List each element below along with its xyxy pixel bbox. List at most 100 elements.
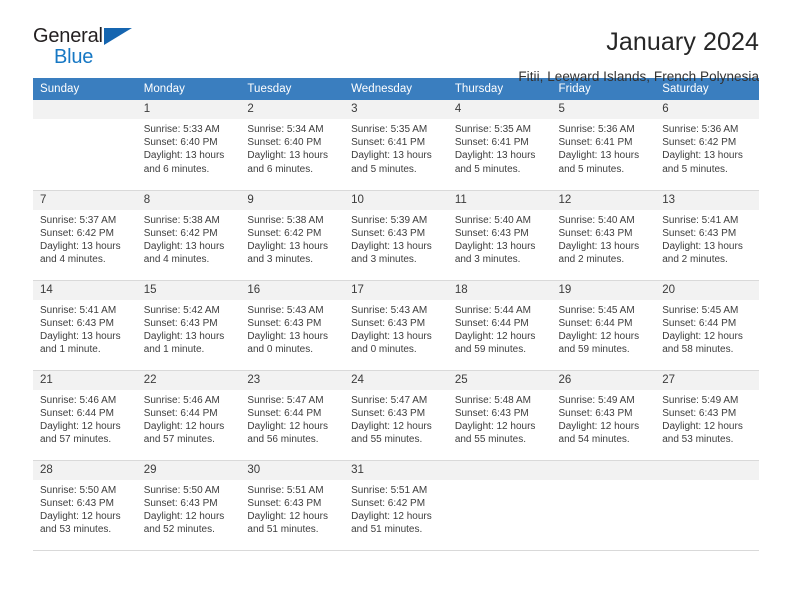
day-cell[interactable]: 7 Sunrise: 5:37 AM Sunset: 6:42 PM Dayli… <box>33 190 137 281</box>
sunrise-text: Sunrise: 5:50 AM <box>143 484 220 496</box>
day-cell[interactable]: 3 Sunrise: 5:35 AM Sunset: 6:41 PM Dayli… <box>344 100 448 191</box>
sunset-text: Sunset: 6:44 PM <box>662 317 737 329</box>
day-cell[interactable]: 12 Sunrise: 5:40 AM Sunset: 6:43 PM Dayl… <box>551 190 656 281</box>
daylight-text-line1: Daylight: 12 hours <box>40 420 121 432</box>
daylight-text-line2: and 5 minutes. <box>454 163 521 175</box>
day-details: Sunrise: 5:41 AM Sunset: 6:43 PM Dayligh… <box>655 210 759 267</box>
day-details: Sunrise: 5:46 AM Sunset: 6:44 PM Dayligh… <box>137 390 241 447</box>
day-cell[interactable]: 27 Sunrise: 5:49 AM Sunset: 6:43 PM Dayl… <box>655 370 759 461</box>
day-number: 21 <box>33 370 137 390</box>
daylight-text-line2: and 54 minutes. <box>558 434 630 446</box>
day-number <box>447 460 552 480</box>
day-cell-empty <box>551 460 656 551</box>
sunrise-text: Sunrise: 5:47 AM <box>351 394 428 406</box>
daylight-text-line2: and 51 minutes. <box>247 524 319 536</box>
sunset-text: Sunset: 6:42 PM <box>247 227 322 239</box>
day-details: Sunrise: 5:38 AM Sunset: 6:42 PM Dayligh… <box>240 210 344 267</box>
day-details: Sunrise: 5:41 AM Sunset: 6:43 PM Dayligh… <box>33 300 137 357</box>
day-cell[interactable]: 4 Sunrise: 5:35 AM Sunset: 6:41 PM Dayli… <box>447 100 552 191</box>
day-cell[interactable]: 23 Sunrise: 5:47 AM Sunset: 6:44 PM Dayl… <box>240 370 345 461</box>
daylight-text-line2: and 4 minutes. <box>143 254 210 266</box>
day-details: Sunrise: 5:45 AM Sunset: 6:44 PM Dayligh… <box>552 300 656 357</box>
daylight-text-line1: Daylight: 13 hours <box>143 240 225 252</box>
daylight-text-line1: Daylight: 13 hours <box>143 330 225 342</box>
day-number: 23 <box>240 370 345 390</box>
day-cell[interactable]: 25 Sunrise: 5:48 AM Sunset: 6:43 PM Dayl… <box>447 370 552 461</box>
daylight-text-line1: Daylight: 12 hours <box>662 420 743 432</box>
day-number: 2 <box>240 100 345 119</box>
day-cell[interactable]: 19 Sunrise: 5:45 AM Sunset: 6:44 PM Dayl… <box>551 280 656 371</box>
day-number: 17 <box>344 280 448 300</box>
day-cell[interactable]: 16 Sunrise: 5:43 AM Sunset: 6:43 PM Dayl… <box>240 280 345 371</box>
sunrise-text: Sunrise: 5:36 AM <box>558 124 635 135</box>
logo-triangle-icon <box>104 28 132 45</box>
daylight-text-line1: Daylight: 13 hours <box>558 240 640 252</box>
sunset-text: Sunset: 6:43 PM <box>351 407 426 419</box>
daylight-text-line2: and 57 minutes. <box>40 434 112 446</box>
daylight-text-line2: and 0 minutes. <box>247 344 314 356</box>
day-number: 15 <box>136 280 241 300</box>
day-cell[interactable]: 6 Sunrise: 5:36 AM Sunset: 6:42 PM Dayli… <box>655 100 759 191</box>
day-details: Sunrise: 5:51 AM Sunset: 6:43 PM Dayligh… <box>240 480 344 537</box>
sunset-text: Sunset: 6:41 PM <box>558 137 633 149</box>
day-cell[interactable]: 22 Sunrise: 5:46 AM Sunset: 6:44 PM Dayl… <box>136 370 241 461</box>
day-cell[interactable]: 26 Sunrise: 5:49 AM Sunset: 6:43 PM Dayl… <box>551 370 656 461</box>
sunrise-text: Sunrise: 5:39 AM <box>351 214 428 226</box>
sunrise-text: Sunrise: 5:37 AM <box>40 214 117 226</box>
day-cell[interactable]: 21 Sunrise: 5:46 AM Sunset: 6:44 PM Dayl… <box>33 370 137 461</box>
day-cell[interactable]: 18 Sunrise: 5:44 AM Sunset: 6:44 PM Dayl… <box>447 280 552 371</box>
day-cell[interactable]: 17 Sunrise: 5:43 AM Sunset: 6:43 PM Dayl… <box>344 280 448 371</box>
daylight-text-line1: Daylight: 12 hours <box>558 420 640 432</box>
daylight-text-line2: and 53 minutes. <box>40 524 112 536</box>
daylight-text-line1: Daylight: 13 hours <box>247 240 329 252</box>
day-cell[interactable]: 28 Sunrise: 5:50 AM Sunset: 6:43 PM Dayl… <box>33 460 137 551</box>
day-details: Sunrise: 5:45 AM Sunset: 6:44 PM Dayligh… <box>655 300 759 357</box>
day-number: 20 <box>655 280 759 300</box>
day-cell[interactable]: 2 Sunrise: 5:34 AM Sunset: 6:40 PM Dayli… <box>240 100 345 191</box>
day-number: 24 <box>344 370 448 390</box>
day-details: Sunrise: 5:33 AM Sunset: 6:40 PM Dayligh… <box>137 119 241 176</box>
sunset-text: Sunset: 6:43 PM <box>40 317 114 329</box>
sunset-text: Sunset: 6:44 PM <box>247 407 322 419</box>
sunset-text: Sunset: 6:41 PM <box>454 137 529 149</box>
day-number <box>33 100 137 119</box>
sunrise-text: Sunrise: 5:49 AM <box>558 394 635 406</box>
day-number <box>655 460 759 480</box>
day-cell[interactable]: 15 Sunrise: 5:42 AM Sunset: 6:43 PM Dayl… <box>136 280 241 371</box>
day-cell[interactable]: 24 Sunrise: 5:47 AM Sunset: 6:43 PM Dayl… <box>344 370 448 461</box>
day-cell[interactable]: 11 Sunrise: 5:40 AM Sunset: 6:43 PM Dayl… <box>447 190 552 281</box>
daylight-text-line1: Daylight: 12 hours <box>351 510 432 522</box>
daylight-text-line2: and 4 minutes. <box>40 254 106 266</box>
sunrise-text: Sunrise: 5:40 AM <box>558 214 635 226</box>
day-cell[interactable]: 30 Sunrise: 5:51 AM Sunset: 6:43 PM Dayl… <box>240 460 345 551</box>
day-cell[interactable]: 10 Sunrise: 5:39 AM Sunset: 6:43 PM Dayl… <box>344 190 448 281</box>
day-cell[interactable]: 5 Sunrise: 5:36 AM Sunset: 6:41 PM Dayli… <box>551 100 656 191</box>
day-details: Sunrise: 5:50 AM Sunset: 6:43 PM Dayligh… <box>33 480 137 537</box>
day-number: 18 <box>447 280 552 300</box>
sunrise-text: Sunrise: 5:33 AM <box>143 124 220 135</box>
day-cell[interactable]: 31 Sunrise: 5:51 AM Sunset: 6:42 PM Dayl… <box>344 460 448 551</box>
calendar-container: Sunday Monday Tuesday Wednesday Thursday… <box>0 78 792 551</box>
day-cell[interactable]: 8 Sunrise: 5:38 AM Sunset: 6:42 PM Dayli… <box>136 190 241 281</box>
sunset-text: Sunset: 6:43 PM <box>40 497 114 509</box>
day-details: Sunrise: 5:39 AM Sunset: 6:43 PM Dayligh… <box>344 210 448 267</box>
daylight-text-line1: Daylight: 13 hours <box>40 330 121 342</box>
day-cell[interactable]: 9 Sunrise: 5:38 AM Sunset: 6:42 PM Dayli… <box>240 190 345 281</box>
sunrise-text: Sunrise: 5:34 AM <box>247 124 324 135</box>
sunset-text: Sunset: 6:44 PM <box>558 317 633 329</box>
sunset-text: Sunset: 6:43 PM <box>143 497 218 509</box>
sunset-text: Sunset: 6:43 PM <box>247 497 322 509</box>
daylight-text-line2: and 6 minutes. <box>247 163 314 175</box>
calendar-week-row: 28 Sunrise: 5:50 AM Sunset: 6:43 PM Dayl… <box>33 460 759 551</box>
day-cell[interactable]: 14 Sunrise: 5:41 AM Sunset: 6:43 PM Dayl… <box>33 280 137 371</box>
weekday-header-monday: Monday <box>136 78 241 100</box>
daylight-text-line2: and 58 minutes. <box>662 344 734 356</box>
day-cell[interactable]: 20 Sunrise: 5:45 AM Sunset: 6:44 PM Dayl… <box>655 280 759 371</box>
daylight-text-line2: and 1 minute. <box>40 344 101 356</box>
day-cell[interactable]: 1 Sunrise: 5:33 AM Sunset: 6:40 PM Dayli… <box>136 100 241 191</box>
day-cell[interactable]: 29 Sunrise: 5:50 AM Sunset: 6:43 PM Dayl… <box>136 460 241 551</box>
sunrise-text: Sunrise: 5:51 AM <box>351 484 428 496</box>
day-cell[interactable]: 13 Sunrise: 5:41 AM Sunset: 6:43 PM Dayl… <box>655 190 759 281</box>
sunrise-text: Sunrise: 5:43 AM <box>351 304 428 316</box>
sunrise-text: Sunrise: 5:43 AM <box>247 304 324 316</box>
